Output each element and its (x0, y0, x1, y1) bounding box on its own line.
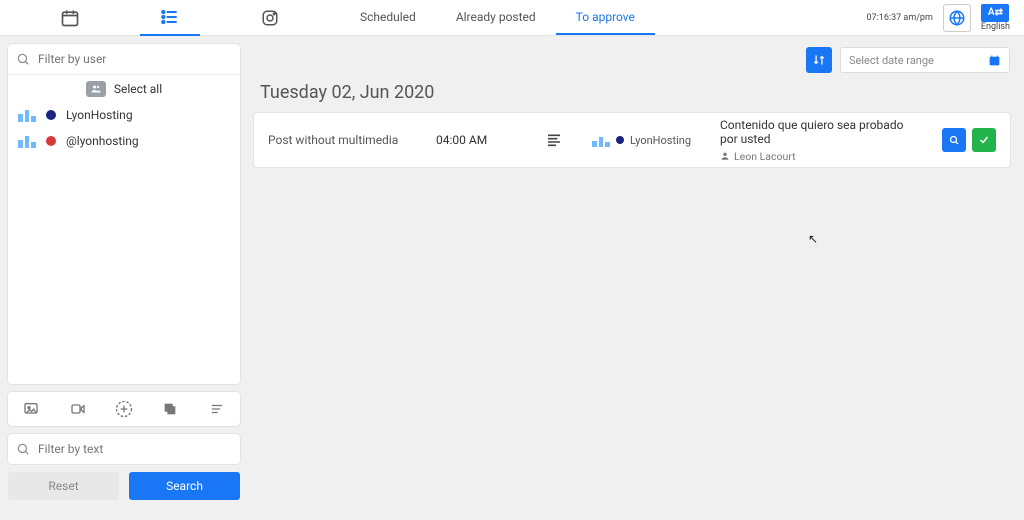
search-button[interactable]: Search (129, 472, 240, 500)
translate-icon: A⇄ (981, 4, 1009, 22)
text-post-icon (534, 132, 574, 148)
group-icon (86, 81, 106, 97)
select-all-label: Select all (114, 82, 162, 96)
list-view-icon[interactable] (140, 0, 200, 36)
post-time-label: 04:00 AM (436, 133, 516, 147)
text-filter-icon[interactable] (203, 395, 231, 423)
post-author: Leon Lacourt (720, 150, 924, 163)
language-label: English (981, 22, 1010, 32)
image-filter-icon[interactable] (17, 395, 45, 423)
sort-button[interactable] (806, 47, 832, 73)
account-name: LyonHosting (66, 108, 133, 122)
account-row[interactable]: @lyonhosting (8, 128, 240, 154)
filter-user-input[interactable] (38, 52, 232, 66)
search-icon (16, 442, 30, 456)
date-range-picker[interactable]: Select date range (840, 47, 1010, 73)
cursor-icon: ↖ (808, 232, 818, 246)
filter-text-input[interactable] (38, 442, 232, 456)
language-switcher[interactable]: A⇄ English (981, 4, 1010, 32)
instagram-badge-icon (46, 136, 56, 146)
account-name: @lyonhosting (66, 134, 139, 148)
facebook-badge-icon (616, 136, 624, 144)
add-post-icon[interactable] (110, 395, 138, 423)
post-content-text: Contenido que quiero sea probado por ust… (720, 118, 924, 146)
video-filter-icon[interactable] (64, 395, 92, 423)
tab-already-posted[interactable]: Already posted (436, 0, 556, 35)
calendar-icon (988, 54, 1001, 67)
instagram-icon[interactable] (240, 0, 300, 36)
date-heading: Tuesday 02, Jun 2020 (260, 82, 1010, 103)
select-all-button[interactable]: Select all (8, 74, 240, 102)
tab-to-approve[interactable]: To approve (556, 0, 655, 35)
tab-scheduled[interactable]: Scheduled (340, 0, 436, 35)
calendar-view-icon[interactable] (40, 0, 100, 36)
post-account: LyonHosting (592, 133, 702, 147)
post-card[interactable]: Post without multimedia 04:00 AM LyonHos… (254, 113, 1010, 167)
search-icon (16, 52, 30, 66)
date-range-placeholder: Select date range (849, 54, 934, 67)
bar-icon (592, 133, 610, 147)
view-post-button[interactable] (942, 128, 966, 152)
bar-icon (18, 108, 36, 122)
account-row[interactable]: LyonHosting (8, 102, 240, 128)
post-kind-label: Post without multimedia (268, 133, 418, 147)
carousel-filter-icon[interactable] (156, 395, 184, 423)
clock-display: 07:16:37 am/pm (866, 13, 932, 23)
globe-icon[interactable] (943, 4, 971, 32)
reset-button[interactable]: Reset (8, 472, 119, 500)
facebook-badge-icon (46, 110, 56, 120)
bar-icon (18, 134, 36, 148)
approve-post-button[interactable] (972, 128, 996, 152)
